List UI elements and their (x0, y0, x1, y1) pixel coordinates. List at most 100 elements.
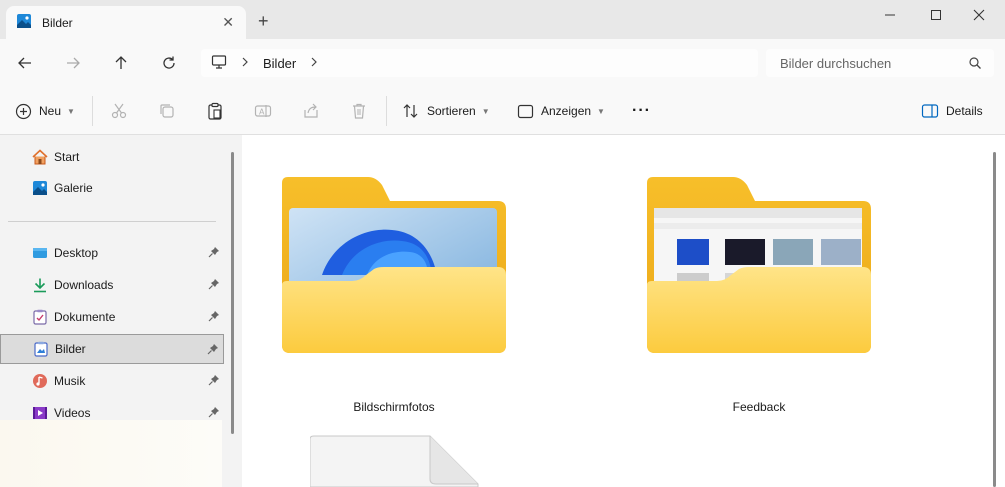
folder-name: Bildschirmfotos (353, 400, 435, 414)
rename-icon: A (254, 105, 272, 117)
more-icon: ··· (632, 102, 651, 119)
minimize-button[interactable] (867, 4, 913, 26)
sidebar-item-start[interactable]: Start (0, 142, 224, 172)
chevron-right-icon (241, 56, 249, 70)
content-scrollbar[interactable] (993, 152, 996, 487)
sidebar-scrollbar[interactable] (231, 152, 234, 434)
sidebar-item-label: Desktop (54, 246, 99, 260)
folder-icon (282, 177, 506, 353)
tab-bilder[interactable]: Bilder ✕ (6, 6, 246, 39)
chevron-down-icon: ▼ (481, 106, 490, 116)
folder-icon (647, 177, 871, 353)
sidebar-item-label: Downloads (54, 278, 114, 292)
plus-circle-icon (15, 103, 32, 119)
sidebar-fade (0, 420, 222, 487)
cut-button[interactable] (110, 100, 128, 122)
up-button[interactable] (109, 51, 133, 75)
search-icon (968, 56, 982, 73)
sidebar-item-label: Start (54, 150, 80, 164)
trash-icon (353, 103, 365, 119)
back-button[interactable] (13, 51, 37, 75)
divider (92, 96, 93, 126)
pin-icon[interactable] (208, 406, 220, 421)
sidebar-item-label: Dokumente (54, 310, 116, 324)
pin-icon[interactable] (208, 246, 220, 261)
pin-icon[interactable] (208, 310, 220, 325)
sort-button[interactable]: Sortieren ▼ (402, 100, 490, 122)
new-label: Neu (39, 104, 62, 118)
sidebar-item-label: Videos (54, 406, 91, 420)
command-bar: Neu ▼ A Sortieren ▼ Anzeigen ▼ ··· Detai… (0, 86, 1005, 135)
arrow-right-icon (67, 57, 80, 69)
computer-icon (211, 54, 227, 73)
new-button[interactable]: Neu ▼ (15, 100, 75, 122)
videos-icon (33, 407, 47, 419)
view-label: Anzeigen (541, 104, 592, 118)
forward-button[interactable] (61, 51, 85, 75)
arrow-up-icon (115, 56, 127, 69)
sidebar-item-dokumente[interactable]: Dokumente (0, 302, 224, 332)
search-input[interactable]: Bilder durchsuchen (766, 49, 994, 77)
close-window-button[interactable] (956, 4, 1002, 26)
file-list: Bildschirmfotos Feedback (242, 135, 1005, 487)
sort-label: Sortieren (427, 104, 476, 118)
chevron-right-icon[interactable] (310, 56, 318, 70)
scissors-icon (111, 103, 127, 119)
details-label: Details (946, 104, 983, 118)
sidebar-item-downloads[interactable]: Downloads (0, 270, 224, 300)
file-icon[interactable] (310, 435, 480, 487)
view-icon (517, 104, 534, 118)
address-bar: Bilder Bilder durchsuchen (0, 39, 1005, 86)
gallery-icon (33, 181, 47, 195)
arrow-left-icon (18, 57, 31, 69)
share-icon (304, 103, 318, 118)
pin-icon[interactable] (208, 374, 220, 389)
sidebar-item-label: Bilder (55, 342, 86, 356)
folder-item[interactable]: Bildschirmfotos (282, 135, 506, 414)
divider (8, 221, 216, 222)
paste-button[interactable] (206, 100, 224, 122)
desktop-folder-icon (33, 248, 47, 258)
minimize-icon (885, 14, 895, 16)
sidebar-item-desktop[interactable]: Desktop (0, 238, 224, 268)
breadcrumb-item-bilder[interactable]: Bilder (263, 56, 296, 71)
pictures-icon (16, 13, 32, 32)
rename-button[interactable]: A (254, 100, 272, 122)
svg-text:A: A (259, 108, 265, 117)
folder-item[interactable]: Feedback (647, 135, 871, 414)
delete-button[interactable] (350, 100, 368, 122)
pin-icon[interactable] (207, 343, 219, 358)
sidebar-item-musik[interactable]: Musik (0, 366, 224, 396)
clipboard-icon (208, 102, 222, 120)
copy-icon (160, 104, 174, 118)
sidebar-item-bilder[interactable]: Bilder (0, 334, 224, 364)
breadcrumb[interactable]: Bilder (201, 49, 758, 77)
sidebar-item-galerie[interactable]: Galerie (0, 173, 224, 203)
search-placeholder: Bilder durchsuchen (780, 55, 892, 71)
home-icon (32, 149, 48, 165)
refresh-button[interactable] (157, 51, 181, 75)
view-button[interactable]: Anzeigen ▼ (517, 100, 605, 122)
close-icon (973, 9, 985, 21)
music-icon (33, 374, 47, 388)
documents-icon (33, 309, 47, 325)
share-button[interactable] (302, 100, 320, 122)
details-button[interactable]: Details (921, 100, 983, 122)
chevron-down-icon: ▼ (67, 106, 75, 116)
folder-name: Feedback (732, 400, 786, 414)
downloads-icon (34, 278, 46, 293)
sidebar-item-label: Galerie (54, 181, 93, 195)
sidebar-item-label: Musik (54, 374, 86, 388)
chevron-down-icon: ▼ (597, 106, 605, 116)
more-button[interactable]: ··· (632, 100, 651, 122)
copy-button[interactable] (158, 100, 176, 122)
tab-title: Bilder (42, 15, 73, 30)
pictures-icon (34, 341, 48, 357)
new-tab-button[interactable]: + (258, 12, 269, 30)
refresh-icon (163, 56, 175, 69)
maximize-button[interactable] (913, 4, 959, 26)
close-tab-icon[interactable]: ✕ (222, 14, 234, 31)
maximize-icon (931, 10, 941, 20)
pin-icon[interactable] (208, 278, 220, 293)
details-pane-icon (921, 104, 939, 118)
